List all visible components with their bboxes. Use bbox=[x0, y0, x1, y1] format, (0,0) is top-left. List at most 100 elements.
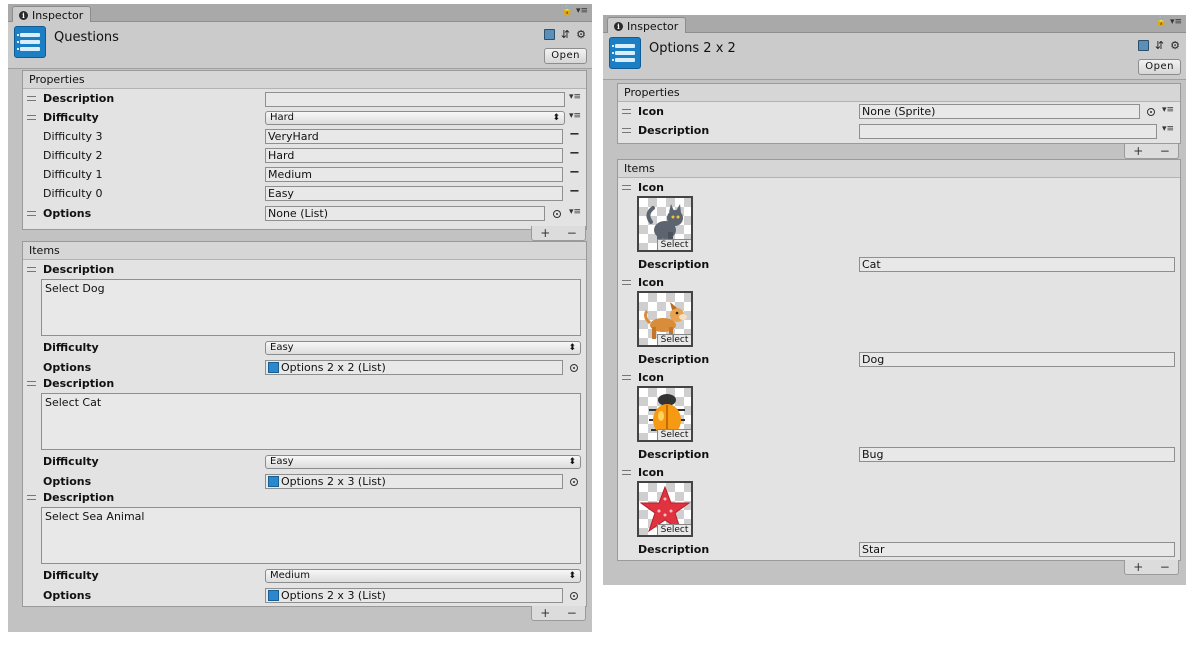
options-object-field[interactable]: Options 2 x 2 (List) bbox=[265, 360, 563, 375]
object-picker-icon[interactable] bbox=[1147, 108, 1155, 116]
item-description-row: Description Star bbox=[618, 541, 1180, 559]
remove-item-button[interactable]: − bbox=[1160, 560, 1170, 574]
drag-handle-icon[interactable] bbox=[27, 495, 36, 500]
object-picker-icon[interactable] bbox=[570, 592, 578, 600]
open-button[interactable]: Open bbox=[1138, 59, 1181, 75]
field-menu-icon[interactable]: ▾≡ bbox=[569, 111, 581, 121]
description-textarea[interactable]: Select Sea Animal bbox=[41, 507, 581, 564]
open-button[interactable]: Open bbox=[544, 48, 587, 64]
remove-level-button[interactable]: − bbox=[569, 165, 580, 180]
difficulty-level-field[interactable]: Medium bbox=[265, 167, 563, 182]
icon-object-field[interactable]: None (Sprite) bbox=[859, 104, 1140, 119]
description-field[interactable]: Star bbox=[859, 542, 1175, 557]
items-section: Items Icon Select Description Cat Icon S… bbox=[617, 159, 1181, 561]
help-book-icon[interactable] bbox=[543, 29, 555, 40]
drag-handle-icon[interactable] bbox=[622, 470, 631, 475]
difficulty-dropdown[interactable]: Hard ⬍ bbox=[265, 111, 565, 125]
dropdown-value: Medium bbox=[270, 570, 310, 581]
item-description-row: Description Dog bbox=[618, 351, 1180, 369]
difficulty-dropdown[interactable]: Easy ⬍ bbox=[265, 341, 581, 355]
difficulty-level-row: Difficulty 0 Easy − bbox=[23, 184, 586, 203]
drag-handle-icon[interactable] bbox=[622, 109, 631, 114]
tab-inspector[interactable]: i Inspector bbox=[607, 17, 687, 34]
tab-menu-icon[interactable]: ▾≡ bbox=[1170, 17, 1182, 27]
dropdown-arrow-icon: ⬍ bbox=[568, 343, 576, 353]
options-object-field[interactable]: Options 2 x 3 (List) bbox=[265, 474, 563, 489]
remove-level-button[interactable]: − bbox=[569, 184, 580, 199]
description-textarea[interactable]: Select Dog bbox=[41, 279, 581, 336]
presets-icon[interactable]: ⇵ bbox=[561, 28, 570, 41]
description-field[interactable] bbox=[859, 124, 1157, 139]
drag-handle-icon[interactable] bbox=[622, 185, 631, 190]
description-field[interactable] bbox=[265, 92, 565, 107]
help-book-icon[interactable] bbox=[1137, 40, 1149, 51]
select-button[interactable]: Select bbox=[657, 334, 691, 345]
tab-menu-icon[interactable]: ▾≡ bbox=[576, 6, 588, 16]
options-value: Options 2 x 3 (List) bbox=[281, 589, 386, 602]
item-icon-row: Icon bbox=[618, 369, 1180, 387]
asset-title: Options 2 x 2 bbox=[649, 41, 736, 56]
difficulty-level-field[interactable]: VeryHard bbox=[265, 129, 563, 144]
select-button[interactable]: Select bbox=[657, 239, 691, 250]
item-difficulty-row: Difficulty Easy ⬍ bbox=[23, 453, 586, 471]
drag-handle-icon[interactable] bbox=[622, 375, 631, 380]
remove-property-button[interactable]: − bbox=[567, 226, 577, 240]
presets-icon[interactable]: ⇵ bbox=[1155, 39, 1164, 52]
add-property-button[interactable]: + bbox=[540, 226, 550, 240]
asset-title: Questions bbox=[54, 30, 119, 45]
object-picker-icon[interactable] bbox=[570, 364, 578, 372]
sprite-thumbnail[interactable]: Select bbox=[637, 481, 693, 537]
options-object-field[interactable]: Options 2 x 3 (List) bbox=[265, 588, 563, 603]
field-menu-icon[interactable]: ▾≡ bbox=[1162, 124, 1174, 134]
options-object-field[interactable]: None (List) bbox=[265, 206, 545, 221]
lock-icon[interactable]: 🔒 bbox=[1156, 17, 1167, 27]
remove-level-button[interactable]: − bbox=[569, 146, 580, 161]
description-field[interactable]: Dog bbox=[859, 352, 1175, 367]
drag-handle-icon[interactable] bbox=[622, 280, 631, 285]
remove-item-button[interactable]: − bbox=[567, 606, 577, 620]
gear-icon[interactable]: ⚙ bbox=[576, 28, 586, 41]
tab-inspector[interactable]: i Inspector bbox=[12, 6, 92, 23]
item-description-row: Description bbox=[23, 489, 586, 507]
sprite-thumbnail[interactable]: Select bbox=[637, 196, 693, 252]
description-field[interactable]: Bug bbox=[859, 447, 1175, 462]
add-property-button[interactable]: + bbox=[1133, 144, 1143, 158]
drag-handle-icon[interactable] bbox=[27, 211, 36, 216]
select-button[interactable]: Select bbox=[657, 524, 691, 535]
drag-handle-icon[interactable] bbox=[27, 96, 36, 101]
item-description-row: Description Bug bbox=[618, 446, 1180, 464]
remove-level-button[interactable]: − bbox=[569, 127, 580, 142]
difficulty-level-field[interactable]: Easy bbox=[265, 186, 563, 201]
remove-property-button[interactable]: − bbox=[1160, 144, 1170, 158]
difficulty-dropdown[interactable]: Medium ⬍ bbox=[265, 569, 581, 583]
drag-handle-icon[interactable] bbox=[27, 267, 36, 272]
field-menu-icon[interactable]: ▾≡ bbox=[1162, 105, 1174, 115]
sprite-thumbnail[interactable]: Select bbox=[637, 291, 693, 347]
field-menu-icon[interactable]: ▾≡ bbox=[569, 207, 581, 217]
description-textarea[interactable]: Select Cat bbox=[41, 393, 581, 450]
difficulty-dropdown[interactable]: Easy ⬍ bbox=[265, 455, 581, 469]
field-menu-icon[interactable]: ▾≡ bbox=[569, 92, 581, 102]
description-label: Description bbox=[638, 448, 710, 461]
description-field[interactable]: Cat bbox=[859, 257, 1175, 272]
info-icon: i bbox=[614, 21, 623, 31]
drag-handle-icon[interactable] bbox=[622, 128, 631, 133]
icon-label: Icon bbox=[638, 276, 665, 289]
object-picker-icon[interactable] bbox=[553, 210, 561, 218]
select-button[interactable]: Select bbox=[657, 429, 691, 440]
items-header: Items bbox=[23, 242, 586, 260]
tab-tools: 🔒 ▾≡ bbox=[562, 6, 588, 16]
drag-handle-icon[interactable] bbox=[27, 115, 36, 120]
dropdown-arrow-icon: ⬍ bbox=[568, 571, 576, 581]
difficulty-level-field[interactable]: Hard bbox=[265, 148, 563, 163]
object-picker-icon[interactable] bbox=[570, 478, 578, 486]
properties-section: Properties Description ▾≡ Difficulty Har… bbox=[22, 70, 587, 230]
lock-icon[interactable]: 🔒 bbox=[562, 6, 573, 16]
gear-icon[interactable]: ⚙ bbox=[1170, 39, 1180, 52]
difficulty-label: Difficulty bbox=[43, 111, 99, 124]
add-item-button[interactable]: + bbox=[1133, 560, 1143, 574]
drag-handle-icon[interactable] bbox=[27, 381, 36, 386]
list-asset-icon bbox=[268, 362, 279, 373]
sprite-thumbnail[interactable]: Select bbox=[637, 386, 693, 442]
add-item-button[interactable]: + bbox=[540, 606, 550, 620]
